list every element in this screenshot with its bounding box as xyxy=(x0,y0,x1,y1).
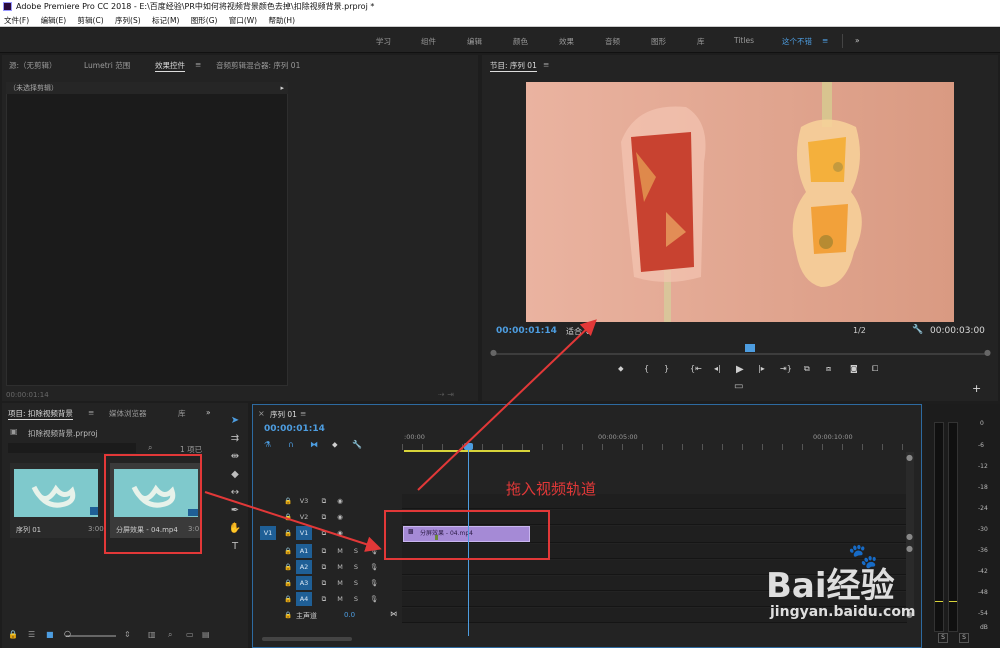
arrow-to-program-monitor xyxy=(417,319,597,491)
watermark-url: jingyan.baidu.com xyxy=(770,604,916,620)
paw-logo-icon: 🐾 xyxy=(848,542,878,570)
baidu-watermark: Bai经验 🐾 jingyan.baidu.com xyxy=(760,542,960,628)
drag-arrow-clip-to-track xyxy=(204,491,382,552)
